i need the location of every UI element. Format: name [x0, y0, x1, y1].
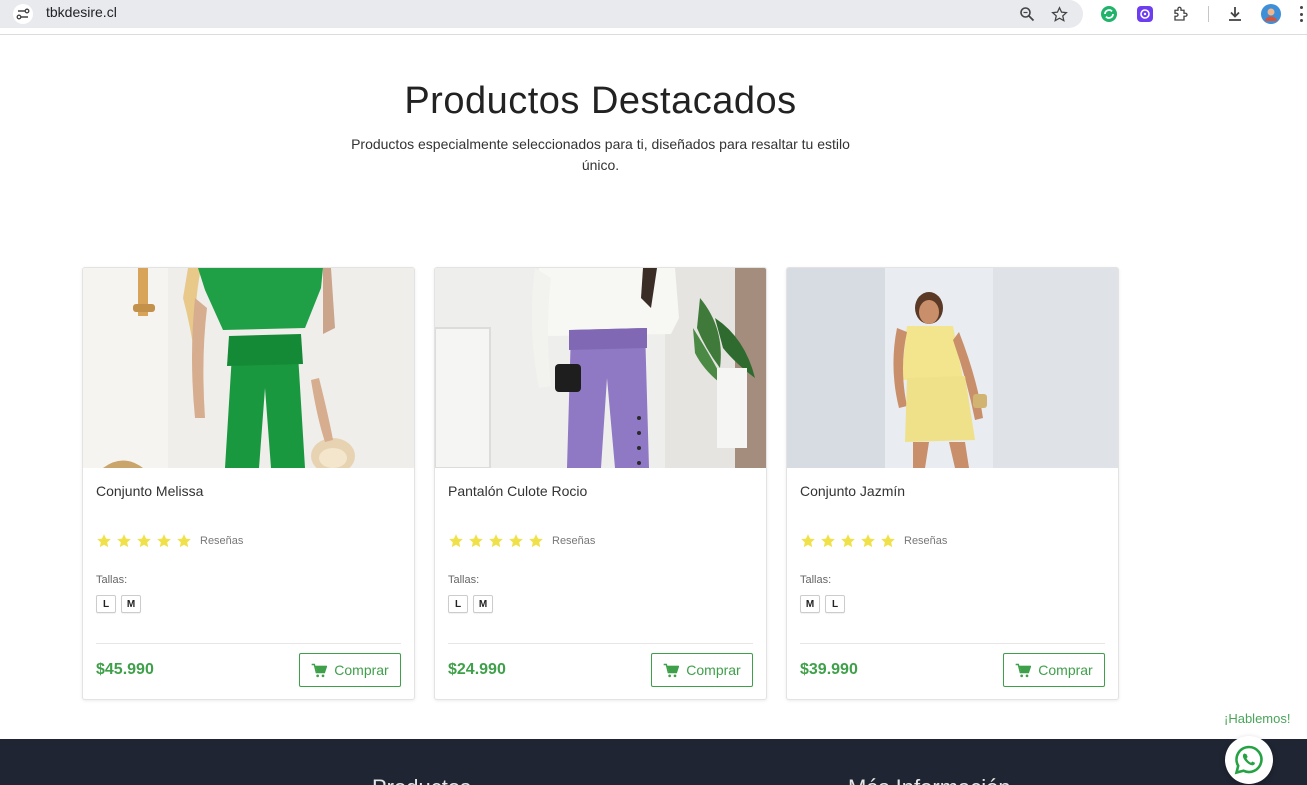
star-icon — [117, 534, 131, 548]
star-icon — [469, 534, 483, 548]
buy-button-label: Comprar — [334, 662, 389, 678]
card-divider — [800, 643, 1105, 644]
bookmark-star-icon[interactable] — [1048, 3, 1070, 25]
toolbar-separator — [1208, 6, 1209, 22]
buy-button[interactable]: Comprar — [651, 653, 753, 687]
size-options: L M — [448, 595, 498, 613]
cart-icon — [1015, 663, 1032, 677]
star-icon — [157, 534, 171, 548]
size-options: M L — [800, 595, 850, 613]
cart-icon — [311, 663, 328, 677]
size-chip[interactable]: L — [448, 595, 468, 613]
size-chip[interactable]: M — [121, 595, 141, 613]
star-icon — [801, 534, 815, 548]
site-settings-icon[interactable] — [13, 4, 33, 24]
extension-purple-icon[interactable] — [1134, 3, 1156, 25]
section-subtitle: Productos especialmente seleccionados pa… — [351, 136, 850, 173]
star-icon — [841, 534, 855, 548]
product-card[interactable]: Conjunto Melissa Reseñas Tallas: L M $45… — [82, 267, 415, 700]
product-image[interactable] — [83, 268, 414, 468]
product-image[interactable] — [435, 268, 766, 468]
product-price: $39.990 — [800, 661, 858, 678]
product-image[interactable] — [787, 268, 1118, 468]
cart-icon — [663, 663, 680, 677]
size-options: L M — [96, 595, 146, 613]
star-icon — [449, 534, 463, 548]
buy-button[interactable]: Comprar — [299, 653, 401, 687]
star-icon — [821, 534, 835, 548]
buy-button-label: Comprar — [1038, 662, 1093, 678]
product-price: $24.990 — [448, 661, 506, 678]
rating-stars: Reseñas — [800, 533, 947, 549]
product-card[interactable]: Conjunto Jazmín Reseñas Tallas: M L $39.… — [786, 267, 1119, 700]
star-icon — [97, 534, 111, 548]
star-icon — [489, 534, 503, 548]
star-icon — [861, 534, 875, 548]
buy-button-label: Comprar — [686, 662, 741, 678]
whatsapp-icon — [1234, 745, 1263, 775]
star-icon — [529, 534, 543, 548]
product-card[interactable]: Pantalón Culote Rocio Reseñas Tallas: L … — [434, 267, 767, 700]
address-bar[interactable]: tbkdesire.cl — [0, 0, 1083, 28]
product-name[interactable]: Conjunto Jazmín — [800, 483, 905, 499]
star-icon — [177, 534, 191, 548]
zoom-icon[interactable] — [1016, 3, 1038, 25]
url-text[interactable]: tbkdesire.cl — [46, 4, 117, 20]
section-title: Productos Destacados — [404, 80, 797, 122]
size-chip[interactable]: L — [825, 595, 845, 613]
extension-green-icon[interactable] — [1098, 3, 1120, 25]
star-icon — [137, 534, 151, 548]
sizes-label: Tallas: — [96, 574, 128, 586]
card-divider — [448, 643, 753, 644]
product-name[interactable]: Pantalón Culote Rocio — [448, 483, 587, 499]
size-chip[interactable]: L — [96, 595, 116, 613]
sizes-label: Tallas: — [448, 574, 480, 586]
reviews-link[interactable]: Reseñas — [200, 535, 243, 547]
browser-toolbar: tbkdesire.cl — [0, 0, 1307, 35]
sizes-label: Tallas: — [800, 574, 832, 586]
site-footer: Productos Más Información — [0, 739, 1307, 785]
card-divider — [96, 643, 401, 644]
profile-avatar-icon[interactable] — [1260, 3, 1282, 25]
product-price: $45.990 — [96, 661, 154, 678]
buy-button[interactable]: Comprar — [1003, 653, 1105, 687]
reviews-link[interactable]: Reseñas — [904, 535, 947, 547]
browser-menu-icon[interactable] — [1300, 6, 1303, 22]
size-chip[interactable]: M — [473, 595, 493, 613]
whatsapp-button[interactable] — [1225, 736, 1273, 784]
download-icon[interactable] — [1224, 3, 1246, 25]
reviews-link[interactable]: Reseñas — [552, 535, 595, 547]
rating-stars: Reseñas — [96, 533, 243, 549]
footer-heading-products: Productos — [372, 775, 471, 785]
rating-stars: Reseñas — [448, 533, 595, 549]
star-icon — [881, 534, 895, 548]
size-chip[interactable]: M — [800, 595, 820, 613]
chat-label[interactable]: ¡Hablemos! — [1224, 711, 1290, 726]
footer-heading-more-info: Más Información — [848, 775, 1011, 785]
star-icon — [509, 534, 523, 548]
product-name[interactable]: Conjunto Melissa — [96, 483, 203, 499]
extensions-puzzle-icon[interactable] — [1170, 3, 1192, 25]
